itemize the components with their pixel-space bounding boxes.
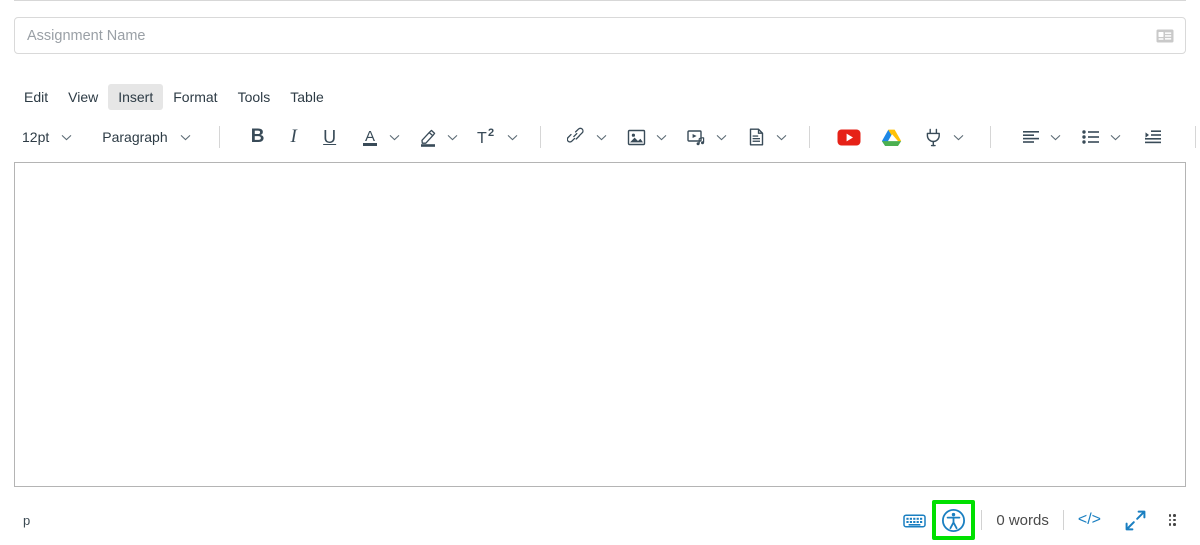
menu-item-format[interactable]: Format: [163, 84, 227, 110]
statusbar-right-group: 0 words </>: [899, 500, 1186, 540]
toolbar-separator: [989, 126, 991, 148]
highlight-color-split-button[interactable]: [414, 123, 458, 151]
fullscreen-icon[interactable]: [1115, 505, 1156, 535]
menu-item-tools[interactable]: Tools: [228, 84, 281, 110]
plug-icon[interactable]: [920, 123, 948, 151]
document-split-button[interactable]: [743, 123, 787, 151]
accessibility-checker-icon[interactable]: [937, 505, 970, 535]
word-count[interactable]: 0 words: [982, 512, 1063, 529]
assignment-name-input[interactable]: [15, 18, 1145, 53]
bold-button[interactable]: B: [240, 123, 276, 151]
chevron-down-icon: [180, 134, 191, 141]
toolbar-group-text-style: B I U A T 2: [240, 123, 518, 151]
editor-toolbar: 12pt Paragraph B I U A T 2: [14, 120, 1196, 154]
chevron-down-icon[interactable]: [447, 134, 458, 141]
toolbar-separator: [1194, 126, 1196, 148]
svg-text:T: T: [477, 130, 487, 147]
link-icon[interactable]: [563, 123, 591, 151]
element-path[interactable]: p: [14, 513, 30, 528]
editor-text[interactable]: [15, 163, 1185, 183]
italic-button[interactable]: I: [276, 123, 312, 151]
highlighter-icon[interactable]: [414, 123, 442, 151]
chevron-down-icon[interactable]: [1110, 134, 1121, 141]
menu-item-view[interactable]: View: [58, 84, 108, 110]
bullet-list-split-button[interactable]: [1077, 123, 1121, 151]
chevron-down-icon[interactable]: [1050, 134, 1061, 141]
svg-text:A: A: [365, 128, 375, 145]
editor-content-area[interactable]: [14, 162, 1186, 487]
accessibility-checker-highlight: [932, 500, 976, 540]
chevron-down-icon[interactable]: [776, 134, 787, 141]
toolbar-separator: [808, 126, 810, 148]
link-split-button[interactable]: [563, 123, 607, 151]
apps-split-button[interactable]: [920, 123, 964, 151]
toolbar-separator: [539, 126, 541, 148]
menu-item-insert[interactable]: Insert: [108, 84, 164, 110]
svg-text:2: 2: [488, 127, 494, 139]
block-format-select[interactable]: Paragraph: [94, 123, 198, 151]
contact-card-icon[interactable]: [1145, 18, 1185, 53]
chevron-down-icon[interactable]: [596, 134, 607, 141]
chevron-down-icon[interactable]: [716, 134, 727, 141]
menu-item-table[interactable]: Table: [280, 84, 333, 110]
chevron-down-icon: [61, 134, 72, 141]
toolbar-separator: [218, 126, 220, 148]
chevron-down-icon[interactable]: [507, 134, 518, 141]
youtube-icon[interactable]: [832, 123, 866, 151]
resize-grip-dots: [1168, 514, 1176, 526]
indent-button[interactable]: [1137, 123, 1169, 151]
align-left-icon[interactable]: [1017, 123, 1045, 151]
rich-content-editor: Edit View Insert Format Tools Table 12pt…: [0, 0, 1200, 545]
document-icon[interactable]: [743, 123, 771, 151]
image-split-button[interactable]: [623, 123, 667, 151]
chevron-down-icon[interactable]: [656, 134, 667, 141]
align-split-button[interactable]: [1017, 123, 1061, 151]
assignment-name-field[interactable]: [14, 17, 1186, 54]
editor-statusbar: p 0 words </>: [14, 500, 1186, 540]
media-split-button[interactable]: [683, 123, 727, 151]
text-color-split-button[interactable]: A: [356, 123, 400, 151]
resize-handle-icon[interactable]: [1156, 505, 1186, 535]
google-drive-icon[interactable]: [874, 123, 910, 151]
keyboard-icon[interactable]: [899, 505, 930, 535]
toolbar-group-services: [832, 123, 964, 151]
font-size-select[interactable]: 12pt: [14, 123, 80, 151]
toolbar-group-insert: [563, 123, 787, 151]
toolbar-group-format-selects: 12pt Paragraph: [14, 123, 199, 151]
media-icon[interactable]: [683, 123, 711, 151]
block-format-value: Paragraph: [102, 129, 168, 145]
underline-button[interactable]: U: [312, 123, 348, 151]
superscript-split-button[interactable]: T 2: [472, 123, 518, 151]
font-size-value: 12pt: [22, 129, 50, 145]
top-divider: [14, 0, 1186, 1]
html-editor-button[interactable]: </>: [1064, 505, 1115, 535]
text-color-icon[interactable]: A: [356, 123, 384, 151]
chevron-down-icon[interactable]: [953, 134, 964, 141]
bullet-list-icon[interactable]: [1077, 123, 1105, 151]
image-icon[interactable]: [623, 123, 651, 151]
superscript-icon[interactable]: T 2: [472, 123, 502, 151]
menubar: Edit View Insert Format Tools Table: [14, 82, 1186, 112]
menu-item-edit[interactable]: Edit: [14, 84, 58, 110]
toolbar-group-paragraph: [1017, 123, 1169, 151]
chevron-down-icon[interactable]: [389, 134, 400, 141]
